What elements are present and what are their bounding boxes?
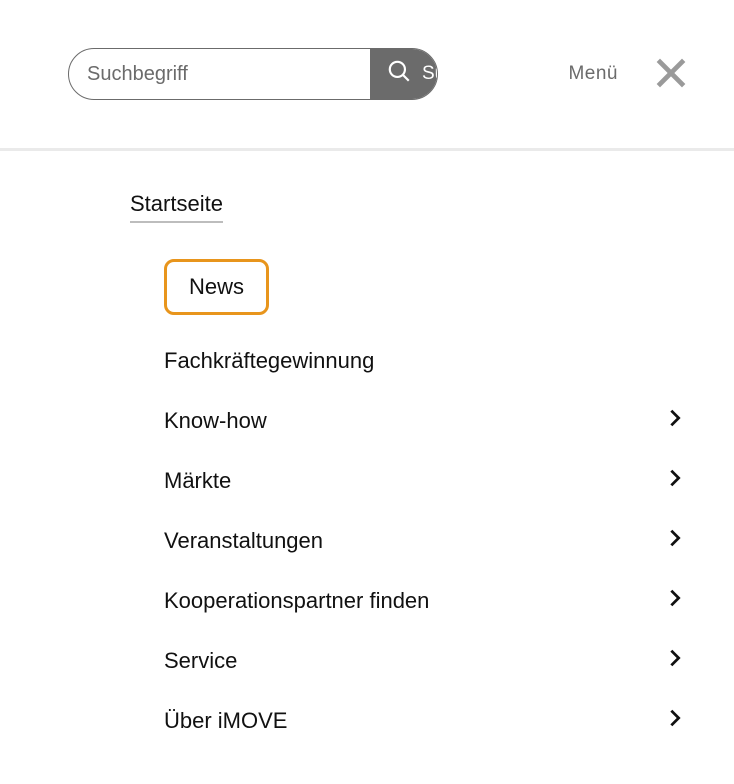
nav-item[interactable]: Märkte <box>164 451 686 511</box>
chevron-right-icon <box>664 587 686 615</box>
main-nav: Startseite News Fachkräftegewinnung Know-h… <box>0 151 734 751</box>
nav-item[interactable]: Über iMOVE <box>164 691 686 751</box>
chevron-right-icon <box>664 467 686 495</box>
nav-item-label: Kooperationspartner finden <box>164 588 429 614</box>
chevron-right-icon <box>664 407 686 435</box>
nav-item-label: Über iMOVE <box>164 708 287 734</box>
search-button-label: Suchen <box>422 63 438 85</box>
chevron-right-icon <box>664 707 686 735</box>
close-menu-button[interactable] <box>648 50 694 99</box>
nav-item-label: News <box>164 259 269 315</box>
header-bar: Suchen Menü <box>0 0 734 148</box>
nav-item[interactable]: Service <box>164 631 686 691</box>
nav-item-label: Fachkräftegewinnung <box>164 348 374 374</box>
search-button[interactable]: Suchen <box>370 49 438 99</box>
nav-item[interactable]: Kooperationspartner finden <box>164 571 686 631</box>
nav-item-label: Service <box>164 648 237 674</box>
chevron-right-icon <box>664 527 686 555</box>
nav-item[interactable]: Veranstaltungen <box>164 511 686 571</box>
search-icon <box>386 58 412 90</box>
menu-label: Menü <box>568 63 618 85</box>
nav-list: News Fachkräftegewinnung Know-how Märkte Ver… <box>130 243 686 751</box>
nav-item-label: Märkte <box>164 468 231 494</box>
search-input[interactable] <box>69 63 370 86</box>
search-container: Suchen <box>68 48 438 100</box>
nav-home-link[interactable]: Startseite <box>130 191 223 223</box>
nav-item-label: Veranstaltungen <box>164 528 323 554</box>
nav-item[interactable]: Fachkräftegewinnung <box>164 331 686 391</box>
nav-item[interactable]: News <box>164 243 686 331</box>
chevron-right-icon <box>664 647 686 675</box>
nav-item[interactable]: Know-how <box>164 391 686 451</box>
close-icon <box>652 80 690 95</box>
nav-item-label: Know-how <box>164 408 267 434</box>
